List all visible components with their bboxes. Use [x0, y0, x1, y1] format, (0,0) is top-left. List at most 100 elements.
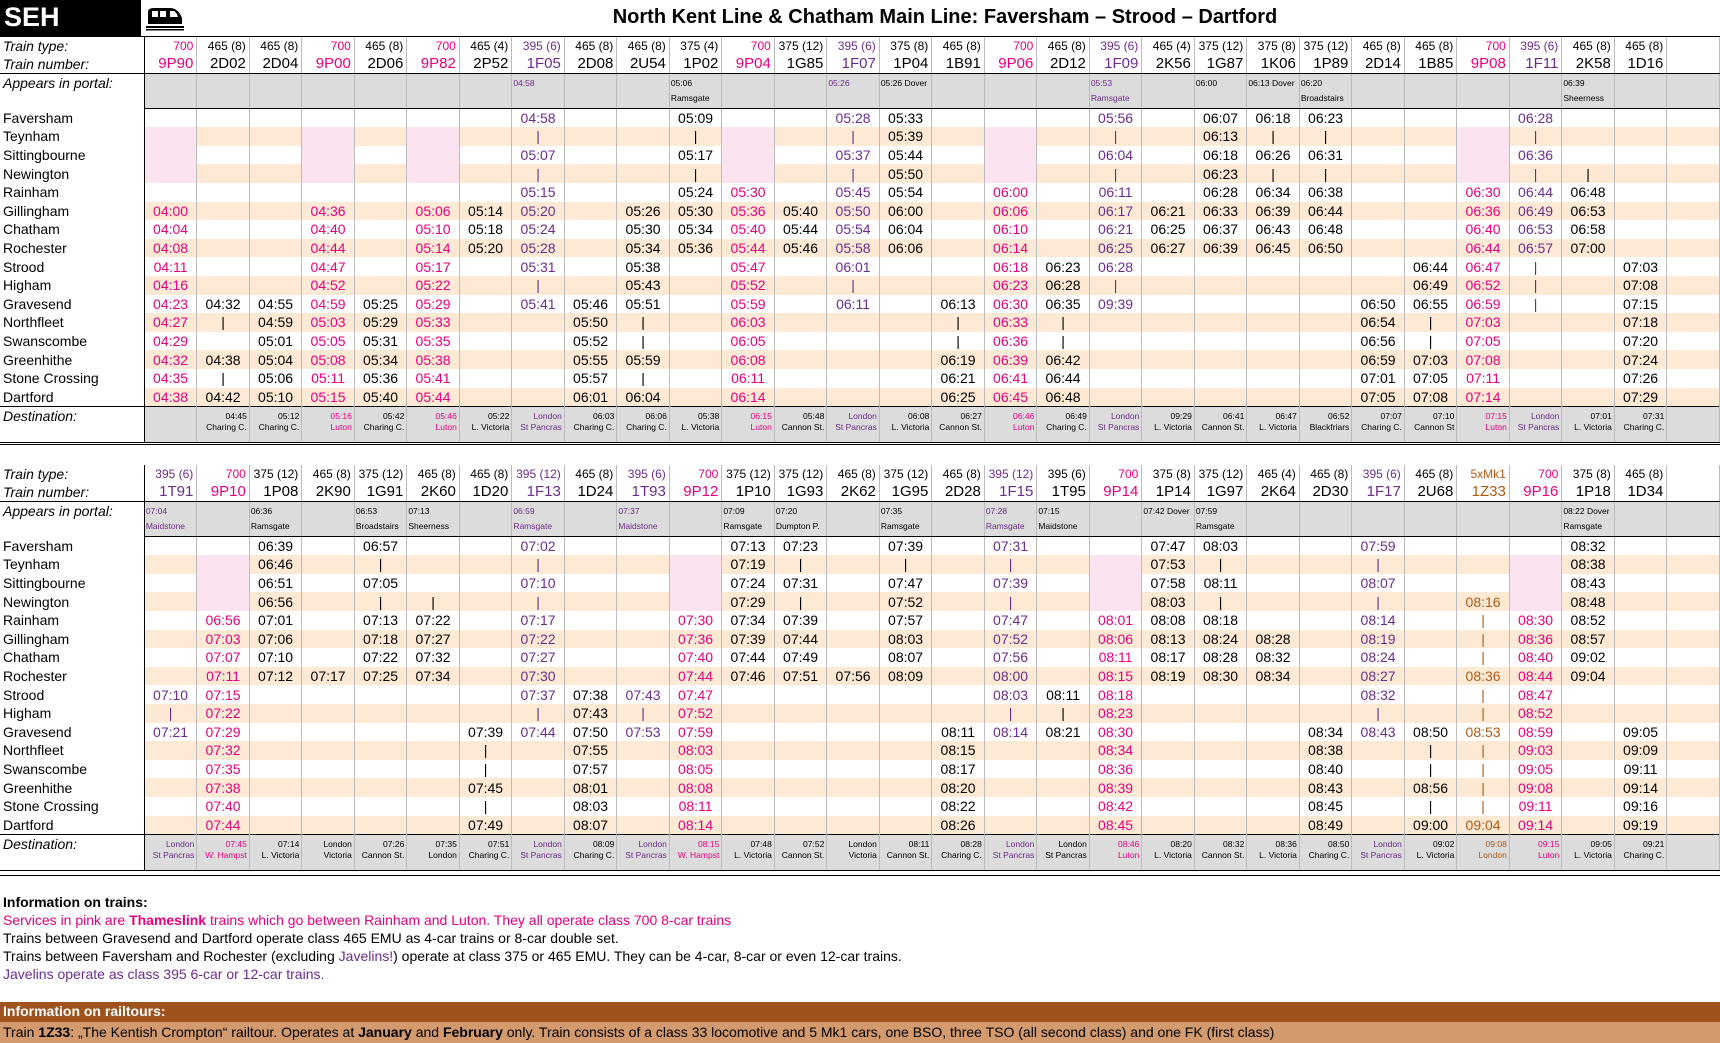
time-cell: 08:43	[1299, 778, 1353, 797]
train-number-cell: 2P52	[459, 55, 513, 75]
time-cell: 07:10	[249, 648, 303, 667]
time-cell: |	[826, 164, 880, 183]
time-cell: 07:01	[1351, 368, 1405, 388]
time-cell	[459, 368, 513, 388]
destination-cell: 07:31 Charing C.	[1614, 405, 1668, 443]
time-cell: |	[511, 127, 565, 146]
time-cell: 06:48	[1036, 387, 1090, 407]
time-cell	[459, 610, 513, 630]
portal-cell	[196, 501, 250, 538]
train-number-cell: 2K56	[1141, 55, 1195, 75]
destination-name: London	[428, 849, 457, 860]
time-cell	[1246, 722, 1300, 742]
time-cell: 06:25	[931, 387, 985, 407]
time-cell: 05:51	[616, 294, 670, 314]
train-type-cell: 465 (8)	[1299, 465, 1353, 483]
time-cell: 05:17	[406, 257, 460, 276]
note-text: only. Train consists of a class 33 locom…	[502, 1024, 1275, 1040]
time-cell	[774, 108, 828, 128]
station-row: Swanscombe 04:29 05:01 05:05 05:31 05:35 05:52…	[0, 331, 1720, 351]
time-cell: 07:08	[1456, 350, 1510, 369]
time-cell	[459, 685, 513, 704]
time-cell	[774, 815, 828, 835]
train-info-section: Information on trains: Services in pink …	[0, 893, 1720, 983]
train-type-cell: 465 (8)	[1561, 37, 1615, 55]
destination-name: Luton	[1118, 849, 1140, 860]
train-info-heading: Information on trains:	[3, 894, 148, 910]
time-cell	[879, 387, 933, 407]
destination-time: London	[323, 838, 352, 849]
destination-time: 05:22	[488, 410, 510, 421]
time-cell	[1141, 108, 1195, 128]
train-number-cell	[1666, 483, 1720, 503]
time-cell: 06:28	[1194, 182, 1248, 202]
station-row: Gravesend 07:21 07:29 07:39 07:44 07:50 07:53 0…	[0, 722, 1720, 742]
header-bar: SEH North Kent Line & Chatham Main Line:…	[0, 0, 1720, 37]
time-cell	[1456, 108, 1510, 128]
time-cell: 05:30	[616, 220, 670, 239]
train-number-cell: 1P18	[1561, 483, 1615, 503]
time-cell	[564, 573, 618, 593]
time-cell: 04:38	[144, 387, 198, 407]
time-cell: |	[1456, 629, 1510, 649]
station-row: Higham | 07:22 | 07:43 | 07:52 | | 08:23 | | 08:52	[0, 703, 1720, 723]
time-cell: 05:34	[669, 220, 723, 239]
time-cell	[196, 220, 250, 239]
time-cell: 06:26	[1246, 145, 1300, 165]
destination-time: 06:41	[1223, 410, 1245, 421]
train-number-cell: 1B85	[1404, 55, 1458, 75]
time-cell	[774, 182, 828, 202]
destination-time: 08:28	[960, 838, 982, 849]
portal-cell	[1089, 501, 1143, 538]
time-cell: 04:55	[249, 294, 303, 314]
destination-time: 08:50	[1328, 838, 1350, 849]
train-type-cell: 465 (8)	[1614, 37, 1668, 55]
time-cell: 08:32	[1246, 648, 1300, 667]
time-cell: 05:58	[826, 238, 880, 258]
destination-name: St Pancras	[520, 849, 562, 860]
time-cell: 07:27	[511, 648, 565, 667]
time-cell	[1614, 238, 1668, 258]
row-label: Faversham	[0, 108, 145, 128]
train-number-cell: 1F17	[1351, 483, 1405, 503]
time-cell	[721, 778, 775, 797]
train-number-cell: 2D14	[1351, 55, 1405, 75]
time-cell	[1456, 536, 1510, 556]
time-cell	[511, 331, 565, 351]
time-cell: 09:11	[1614, 759, 1668, 779]
time-cell: 05:36	[354, 368, 408, 388]
note-text: Services in pink are	[3, 912, 130, 928]
time-cell	[564, 220, 618, 239]
destination-name: London	[1478, 849, 1507, 860]
time-cell	[826, 592, 880, 611]
time-cell	[301, 629, 355, 649]
time-cell	[459, 275, 513, 295]
time-cell	[984, 796, 1038, 816]
time-cell	[1666, 555, 1720, 574]
time-cell: |	[459, 796, 513, 816]
time-cell	[144, 145, 198, 165]
time-cell	[1141, 331, 1195, 351]
time-cell: 09:02	[1561, 648, 1615, 667]
train-type-cell: 700	[406, 37, 460, 55]
train-type-cell: 375 (8)	[1561, 465, 1615, 483]
destination-name: Charing C.	[1623, 849, 1665, 860]
time-cell	[984, 778, 1038, 797]
time-cell: |	[1036, 331, 1090, 351]
time-cell: 07:17	[511, 610, 565, 630]
portal-cell	[1141, 73, 1195, 110]
train-number-cell: 1K06	[1246, 55, 1300, 75]
time-cell: 06:45	[984, 387, 1038, 407]
portal-cell: 07:13 Sheerness	[406, 501, 460, 538]
destination-cell: 08:28 Charing C.	[931, 833, 985, 871]
time-cell: 06:50	[1351, 294, 1405, 314]
time-cell	[1666, 815, 1720, 835]
time-cell: |	[1246, 127, 1300, 146]
time-cell	[1614, 108, 1668, 128]
time-cell	[616, 648, 670, 667]
time-cell	[354, 759, 408, 779]
time-cell: 05:15	[511, 182, 565, 202]
time-cell: 05:37	[826, 145, 880, 165]
time-cell: 06:00	[879, 201, 933, 221]
time-cell: 06:44	[1036, 368, 1090, 388]
